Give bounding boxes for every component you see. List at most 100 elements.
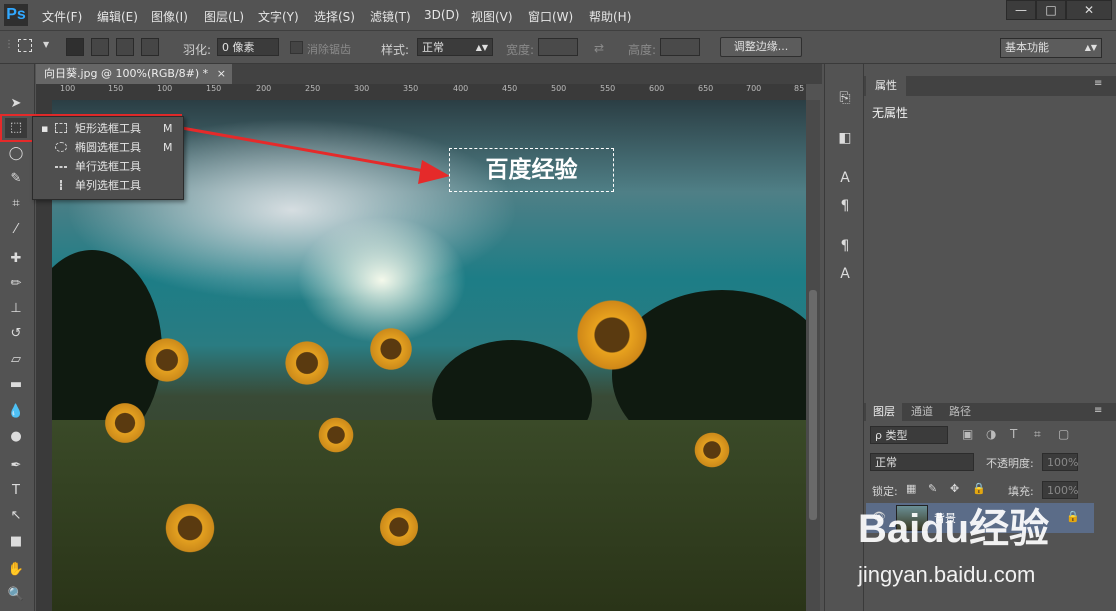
- filter-pixel-icon[interactable]: ▣: [962, 427, 973, 441]
- close-button[interactable]: ✕: [1066, 0, 1112, 20]
- sunflower: [572, 295, 652, 375]
- ruler-tick: 450: [502, 84, 518, 93]
- refine-edge-button[interactable]: 调整边缘...: [720, 37, 802, 57]
- adjustments-panel-icon[interactable]: ◧: [835, 128, 855, 148]
- ruler-tick: 400: [453, 84, 469, 93]
- width-label: 宽度:: [506, 43, 535, 57]
- stamp-tool-icon[interactable]: ⊥: [5, 299, 27, 319]
- baidu-watermark: Baidu经验 jingyan.baidu.com: [840, 488, 1110, 598]
- add-selection-icon[interactable]: [91, 38, 109, 56]
- new-selection-icon[interactable]: [66, 38, 84, 56]
- tab-paths[interactable]: 路径: [944, 403, 976, 421]
- menu-type[interactable]: 文字(Y): [258, 8, 299, 25]
- intersect-selection-icon[interactable]: [141, 38, 159, 56]
- layer-filter-select[interactable]: ρ 类型: [870, 426, 948, 444]
- dodge-tool-icon[interactable]: ●: [5, 427, 27, 447]
- menu-select[interactable]: 选择(S): [314, 8, 355, 25]
- opacity-input[interactable]: 100%: [1042, 453, 1078, 471]
- blend-mode-select[interactable]: 正常: [870, 453, 974, 471]
- filter-adjustment-icon[interactable]: ◑: [986, 427, 996, 441]
- menu-3d[interactable]: 3D(D): [424, 8, 459, 22]
- menu-file[interactable]: 文件(F): [42, 8, 82, 25]
- subtract-selection-icon[interactable]: [116, 38, 134, 56]
- blur-tool-icon[interactable]: 💧: [5, 402, 27, 422]
- crop-tool-icon[interactable]: ⌗: [5, 194, 27, 214]
- lasso-tool-icon[interactable]: ◯: [5, 144, 27, 164]
- eyedropper-tool-icon[interactable]: ⁄: [5, 220, 27, 240]
- watermark-url: jingyan.baidu.com: [857, 562, 1035, 587]
- red-arrow-annotation: [181, 126, 450, 184]
- ruler-tick: 500: [551, 84, 567, 93]
- brush-tool-icon[interactable]: ✏: [5, 274, 27, 294]
- width-input[interactable]: [538, 38, 578, 56]
- feather-input[interactable]: 0 像素: [217, 38, 279, 56]
- zoom-tool-icon[interactable]: 🔍: [5, 585, 27, 605]
- menu-edit[interactable]: 编辑(E): [97, 8, 138, 25]
- menu-layer[interactable]: 图层(L): [204, 8, 244, 25]
- panel-menu-icon[interactable]: ≡: [1094, 78, 1102, 89]
- move-tool-icon[interactable]: ➤: [5, 94, 27, 114]
- history-brush-tool-icon[interactable]: ↺: [5, 324, 27, 344]
- tab-channels[interactable]: 通道: [906, 403, 938, 421]
- type-tool-icon[interactable]: T: [5, 481, 27, 501]
- horizontal-ruler[interactable]: 100 150 100 150 200 250 300 350 400 450 …: [52, 84, 806, 101]
- quick-select-tool-icon[interactable]: ✎: [5, 169, 27, 189]
- ruler-tick: 150: [108, 84, 124, 93]
- menu-view[interactable]: 视图(V): [471, 8, 513, 25]
- swap-icon[interactable]: ⇄: [594, 41, 604, 55]
- rect-marquee-preset-icon[interactable]: [18, 39, 32, 52]
- menu-filter[interactable]: 滤镜(T): [370, 8, 411, 25]
- ruler-origin[interactable]: [36, 84, 52, 100]
- paragraph-styles-icon[interactable]: ¶: [835, 236, 855, 256]
- flyout-item-ellipse-marquee[interactable]: 椭圆选框工具 M: [33, 138, 183, 157]
- flyout-label: 单行选框工具: [75, 160, 141, 173]
- flyout-item-single-column-marquee[interactable]: 单列选框工具: [33, 176, 183, 195]
- ruler-tick: 300: [354, 84, 370, 93]
- flyout-label: 矩形选框工具: [75, 122, 141, 135]
- flyout-item-rect-marquee[interactable]: ▪ 矩形选框工具 M: [33, 119, 183, 138]
- filter-type-icon[interactable]: T: [1010, 427, 1017, 441]
- eraser-tool-icon[interactable]: ▱: [5, 350, 27, 370]
- height-label: 高度:: [628, 43, 657, 57]
- style-select[interactable]: 正常 ▲▼: [417, 38, 493, 56]
- filter-smart-object-icon[interactable]: ▢: [1058, 427, 1069, 441]
- shape-tool-icon[interactable]: ■: [5, 532, 27, 552]
- maximize-button[interactable]: □: [1036, 0, 1066, 20]
- tab-layers[interactable]: 图层: [866, 403, 902, 421]
- preset-dropdown-icon[interactable]: ▼: [43, 40, 49, 49]
- ellipse-marquee-icon: [55, 142, 67, 152]
- menu-window[interactable]: 窗口(W): [528, 8, 573, 25]
- workspace-value: 基本功能: [1005, 41, 1049, 54]
- watermark-brand: Baidu经验: [858, 507, 1049, 551]
- menu-bar: Ps 文件(F) 编辑(E) 图像(I) 图层(L) 文字(Y) 选择(S) 滤…: [0, 0, 1116, 31]
- path-select-tool-icon[interactable]: ↖: [5, 506, 27, 526]
- paragraph-panel-icon[interactable]: ¶: [835, 196, 855, 216]
- selection-marquee: 百度经验: [449, 148, 614, 192]
- menu-image[interactable]: 图像(I): [151, 8, 188, 25]
- healing-brush-tool-icon[interactable]: ✚: [5, 249, 27, 269]
- antialias-checkbox[interactable]: [290, 41, 303, 54]
- workspace-select[interactable]: 基本功能 ▲▼: [1000, 38, 1102, 58]
- tab-properties[interactable]: 属性: [866, 76, 906, 96]
- document-tab[interactable]: 向日葵.jpg @ 100%(RGB/8#) * ×: [36, 64, 232, 84]
- character-styles-icon[interactable]: A: [835, 264, 855, 284]
- options-bar: ⋮ ▼ 羽化: 0 像素 消除锯齿 样式: 正常 ▲▼ 宽度: ⇄ 高度: 调整…: [0, 31, 1116, 64]
- close-tab-icon[interactable]: ×: [217, 64, 226, 84]
- history-panel-icon[interactable]: ⎘: [835, 88, 855, 108]
- flyout-item-single-row-marquee[interactable]: 单行选框工具: [33, 157, 183, 176]
- sunflower: [102, 400, 148, 446]
- character-panel-icon[interactable]: A: [835, 168, 855, 188]
- hand-tool-icon[interactable]: ✋: [5, 560, 27, 580]
- panel-menu-icon[interactable]: ≡: [1094, 405, 1102, 416]
- filter-shape-icon[interactable]: ⌗: [1034, 427, 1041, 442]
- height-input[interactable]: [660, 38, 700, 56]
- scrollbar-thumb[interactable]: [809, 290, 817, 520]
- menu-help[interactable]: 帮助(H): [589, 8, 631, 25]
- gradient-tool-icon[interactable]: ▬: [5, 375, 27, 395]
- pen-tool-icon[interactable]: ✒: [5, 456, 27, 476]
- sunflower: [282, 338, 332, 388]
- ruler-tick: 550: [600, 84, 616, 93]
- single-column-marquee-icon: [60, 180, 62, 190]
- minimize-button[interactable]: —: [1006, 0, 1036, 20]
- document-tab-title: 向日葵.jpg @ 100%(RGB/8#) *: [44, 67, 209, 80]
